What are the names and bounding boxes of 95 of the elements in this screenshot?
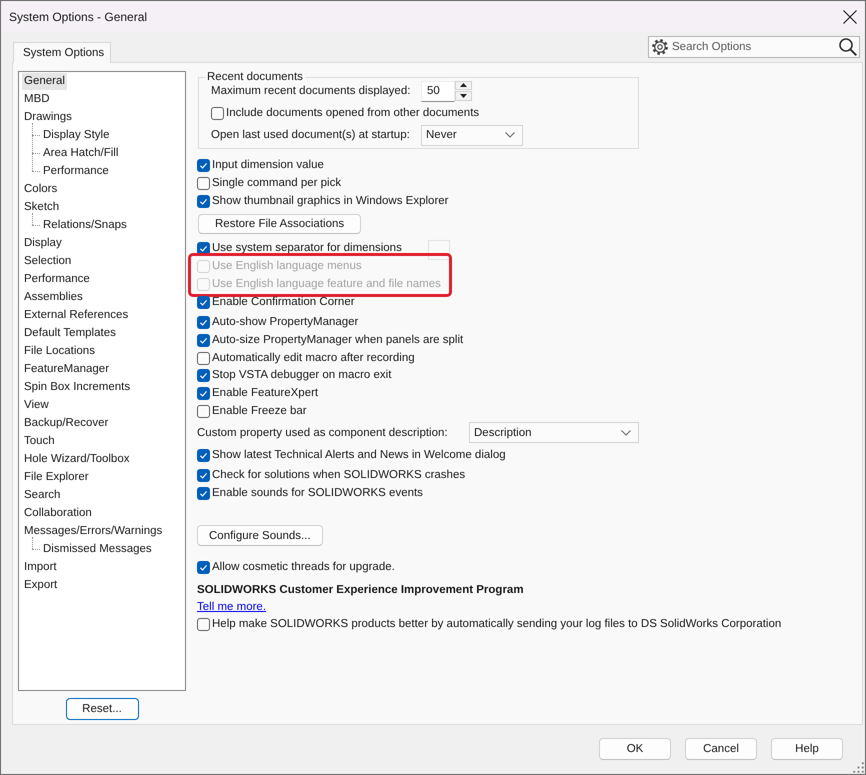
tree-item[interactable]: Sketch [22,198,62,216]
checkbox-label: Include documents opened from other documents [226,107,480,119]
checkbox-label: Auto-size PropertyManager when panels are split [212,334,464,346]
tree-item[interactable]: Backup/Recover [22,414,110,432]
checkbox[interactable] [197,316,210,328]
tree-item[interactable]: Area Hatch/Fill [41,144,120,162]
dropdown[interactable]: Never [421,124,523,146]
checkbox-label: Use English language menus [212,260,362,272]
tree-item[interactable]: Display [22,234,64,252]
checkbox[interactable] [197,158,210,172]
dialog-button[interactable]: Help [771,738,843,760]
chevron-down-icon [505,132,515,138]
tree-item[interactable]: Messages/Errors/Warnings [22,522,164,540]
search-field[interactable]: Search Options [648,36,860,58]
checkbox-label: Check for solutions when SOLIDWORKS crashes [212,469,466,481]
checkbox-label: Enable Freeze bar [212,405,307,417]
checkbox[interactable] [197,176,210,190]
tree-item[interactable]: Drawings [22,108,74,126]
tree-item[interactable]: Spin Box Increments [22,378,132,396]
tree-item[interactable]: Collaboration [22,504,94,522]
tree-item[interactable]: Performance [41,162,111,180]
tree-item[interactable]: MBD [22,90,52,108]
option-button[interactable]: Configure Sounds... [197,525,323,546]
tree-item[interactable]: Default Templates [22,324,118,342]
checkbox-label: Help make SOLIDWORKS products better by automatically sending your log files to DS SolidWorks Corporation [212,618,782,630]
reset-button[interactable]: Reset... [66,698,138,720]
tree-item[interactable]: General [22,72,67,90]
tree-item[interactable]: Relations/Snaps [41,216,129,234]
checkbox-label: Show thumbnail graphics in Windows Explorer [212,195,448,207]
tree-item[interactable]: Import [22,558,59,576]
option-button[interactable]: Restore File Associations [198,214,362,234]
dialog-button[interactable]: Cancel [685,738,757,760]
triangle-down-icon [460,94,467,98]
checkbox[interactable] [197,194,210,208]
checkbox-label: Use system separator for dimensions [212,242,402,254]
checkbox-label: Input dimension value [212,159,324,171]
window-title: System Options - General [9,10,148,24]
triangle-up-icon [460,83,467,88]
link[interactable]: Tell me more. [197,601,266,613]
chevron-down-icon [621,430,631,436]
tree-item[interactable]: Selection [22,252,74,270]
checkbox[interactable] [197,296,210,308]
search-icon[interactable] [839,38,857,56]
field-label: Maximum recent documents displayed: [211,85,410,97]
tree-item[interactable]: Search [22,486,62,504]
checkbox-label: Enable sounds for SOLIDWORKS events [212,487,423,499]
checkbox-label: Allow cosmetic threads for upgrade. [212,561,395,573]
checkbox[interactable] [197,404,210,418]
checkbox-label: Use English language feature and file names [212,278,441,290]
tree-item[interactable]: Colors [22,180,60,198]
close-icon[interactable] [843,10,857,24]
tree-item[interactable]: Performance [22,270,92,288]
spin-down-button[interactable] [455,91,472,100]
checkbox[interactable] [211,106,224,120]
field-label: Open last used document(s) at startup: [211,129,410,141]
search-input[interactable]: Search Options [668,41,839,53]
tree-item[interactable]: Display Style [41,126,112,144]
tree-item[interactable]: Export [22,576,60,594]
checkbox-label: Single command per pick [212,177,342,189]
tree-item[interactable]: View [22,396,51,414]
checkbox-label: Stop VSTA debugger on macro exit [212,369,392,381]
dropdown[interactable]: Description [469,422,639,443]
checkbox[interactable] [197,468,210,482]
checkbox[interactable] [197,368,210,382]
tab[interactable]: System Options [13,42,112,63]
tree-item[interactable]: Hole Wizard/Toolbox [22,450,132,468]
checkbox-label: Enable Confirmation Corner [212,296,355,308]
checkbox[interactable] [197,560,210,574]
checkbox[interactable] [197,448,210,462]
tree-item[interactable]: Touch [22,432,57,450]
tree-item[interactable]: External References [22,306,130,324]
checkbox[interactable] [197,618,210,630]
checkbox-label: Show latest Technical Alerts and News in Welcome dialog [212,449,506,461]
number-field[interactable]: 50 [421,80,455,102]
tree-item[interactable]: Dismissed Messages [41,540,154,558]
tree-item[interactable]: File Explorer [22,468,91,486]
checkbox[interactable] [197,352,210,364]
tree-item[interactable]: FeatureManager [22,360,112,378]
tree-item[interactable]: Assemblies [22,288,85,306]
checkbox-label: Enable FeatureXpert [212,387,318,399]
tree-item[interactable]: File Locations [22,342,97,360]
field-label: Custom property used as component description: [197,426,448,438]
checkbox[interactable] [197,242,210,254]
dialog-button[interactable]: OK [599,738,671,760]
spin-up-button[interactable] [455,80,472,90]
checkbox[interactable] [197,486,210,500]
checkbox-label: Automatically edit macro after recording [212,352,415,364]
resize-grip-icon[interactable] [853,762,864,773]
checkbox[interactable] [197,334,210,346]
group-title: Recent documents [206,70,304,84]
gear-icon[interactable] [652,39,668,55]
checkbox[interactable] [197,386,210,400]
section-heading: SOLIDWORKS Customer Experience Improvement Program [197,583,524,598]
checkbox-label: Auto-show PropertyManager [212,316,358,328]
text-field[interactable] [428,240,450,260]
